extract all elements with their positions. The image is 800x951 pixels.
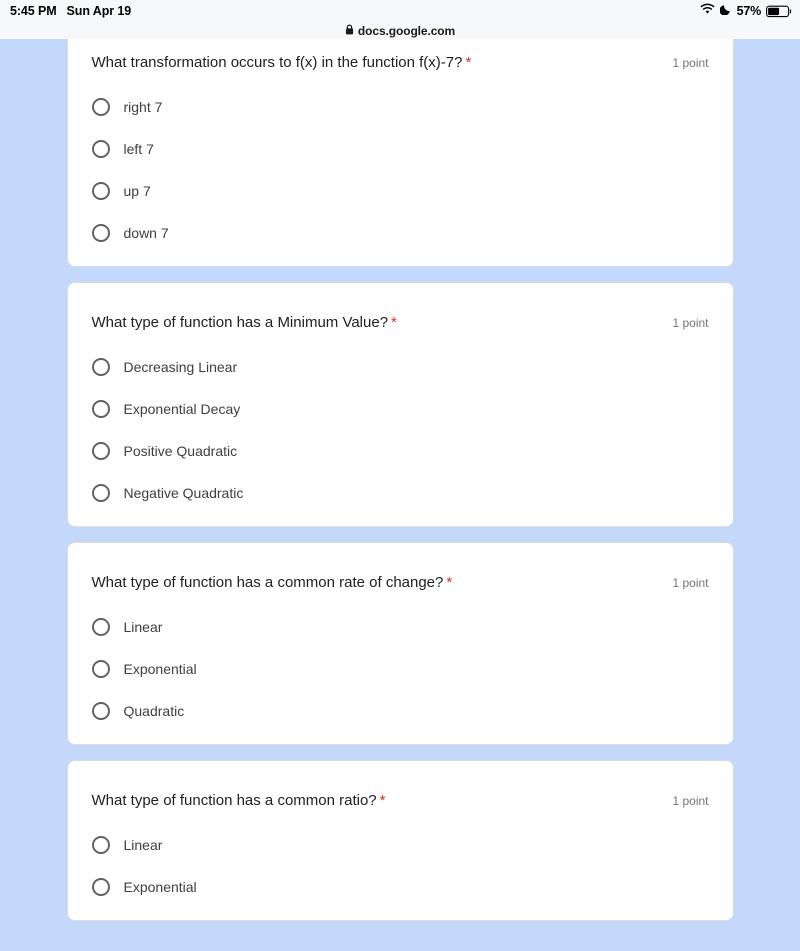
radio-option[interactable]: Linear [91, 615, 709, 638]
question-header: What type of function has a common ratio… [92, 791, 709, 811]
required-asterisk: * [379, 792, 386, 809]
option-label: Linear [123, 836, 163, 853]
radio-button-icon[interactable] [91, 399, 110, 418]
option-group: right 7 left 7 up 7 down 7 [91, 95, 709, 244]
crescent-moon-icon [719, 2, 732, 20]
status-time: 5:45 PM [10, 4, 57, 18]
option-group: Linear Exponential Quadratic [91, 615, 709, 722]
question-title: What type of function has a common ratio… [92, 791, 386, 811]
radio-button-icon[interactable] [91, 139, 110, 158]
option-group: Decreasing Linear Exponential Decay Posi… [91, 355, 709, 504]
status-bar-right: 57% [700, 0, 792, 22]
lock-icon [345, 22, 354, 40]
option-label: down 7 [123, 224, 169, 241]
radio-button-icon[interactable] [91, 701, 110, 720]
radio-option[interactable]: up 7 [91, 179, 709, 202]
question-card: What transformation occurs to f(x) in th… [66, 39, 734, 267]
points-label: 1 point [672, 56, 709, 70]
radio-button-icon[interactable] [91, 357, 110, 376]
option-label: Positive Quadratic [123, 442, 238, 459]
url-text: docs.google.com [357, 23, 456, 38]
radio-option[interactable]: left 7 [91, 137, 709, 160]
radio-button-icon[interactable] [91, 181, 110, 200]
option-label: Linear [123, 618, 163, 635]
required-asterisk: * [465, 54, 472, 71]
radio-button-icon[interactable] [91, 659, 110, 678]
radio-option[interactable]: Exponential [91, 875, 709, 898]
battery-percent-label: 57% [736, 4, 762, 18]
question-header: What transformation occurs to f(x) in th… [92, 53, 709, 73]
battery-icon [766, 5, 792, 18]
required-asterisk: * [391, 314, 397, 331]
radio-option[interactable]: Quadratic [91, 699, 709, 722]
radio-option[interactable]: right 7 [91, 95, 709, 118]
option-label: Decreasing Linear [123, 358, 238, 375]
option-label: right 7 [123, 98, 163, 115]
radio-button-icon[interactable] [91, 441, 110, 460]
option-group: Linear Exponential [91, 833, 709, 898]
question-header: What type of function has a Minimum Valu… [92, 313, 709, 333]
browser-url-bar[interactable]: docs.google.com [0, 22, 800, 39]
radio-button-icon[interactable] [91, 483, 110, 502]
question-card: What type of function has a common rate … [66, 542, 734, 745]
radio-button-icon[interactable] [91, 877, 110, 896]
radio-option[interactable]: Linear [91, 833, 709, 856]
option-label: Quadratic [123, 702, 185, 719]
option-label: Exponential [123, 878, 197, 895]
question-title-text: What type of function has a common ratio… [91, 792, 377, 809]
question-title: What type of function has a common rate … [92, 573, 453, 593]
status-bar-left: 5:45 PM Sun Apr 19 [10, 4, 131, 18]
question-title: What transformation occurs to f(x) in th… [92, 53, 472, 73]
option-label: Negative Quadratic [123, 484, 244, 501]
radio-button-icon[interactable] [91, 223, 110, 242]
radio-button-icon[interactable] [91, 97, 110, 116]
status-date: Sun Apr 19 [66, 4, 132, 18]
radio-option[interactable]: Positive Quadratic [91, 439, 709, 462]
option-label: Exponential Decay [123, 400, 241, 417]
question-title-text: What type of function has a common rate … [91, 574, 444, 591]
option-label: Exponential [123, 660, 197, 677]
required-asterisk: * [446, 574, 453, 591]
radio-option[interactable]: Decreasing Linear [91, 355, 709, 378]
radio-button-icon[interactable] [91, 835, 110, 854]
option-label: left 7 [123, 140, 154, 157]
points-label: 1 point [672, 794, 709, 808]
question-title: What type of function has a Minimum Valu… [92, 313, 397, 333]
form-question-list: What transformation occurs to f(x) in th… [66, 39, 734, 921]
question-header: What type of function has a common rate … [92, 573, 709, 593]
ipad-status-bar: 5:45 PM Sun Apr 19 57% [0, 0, 800, 22]
points-label: 1 point [672, 316, 709, 330]
radio-option[interactable]: Exponential [91, 657, 709, 680]
radio-option[interactable]: Exponential Decay [91, 397, 709, 420]
question-title-text: What transformation occurs to f(x) in th… [91, 54, 463, 71]
question-card: What type of function has a common ratio… [66, 760, 734, 921]
google-forms-page: What transformation occurs to f(x) in th… [0, 39, 800, 951]
radio-option[interactable]: down 7 [91, 221, 709, 244]
question-title-text: What type of function has a Minimum Valu… [91, 314, 389, 331]
radio-button-icon[interactable] [91, 617, 110, 636]
points-label: 1 point [672, 576, 709, 590]
wifi-icon [700, 2, 715, 20]
option-label: up 7 [123, 182, 151, 199]
question-card: What type of function has a Minimum Valu… [66, 282, 734, 527]
radio-option[interactable]: Negative Quadratic [91, 481, 709, 504]
